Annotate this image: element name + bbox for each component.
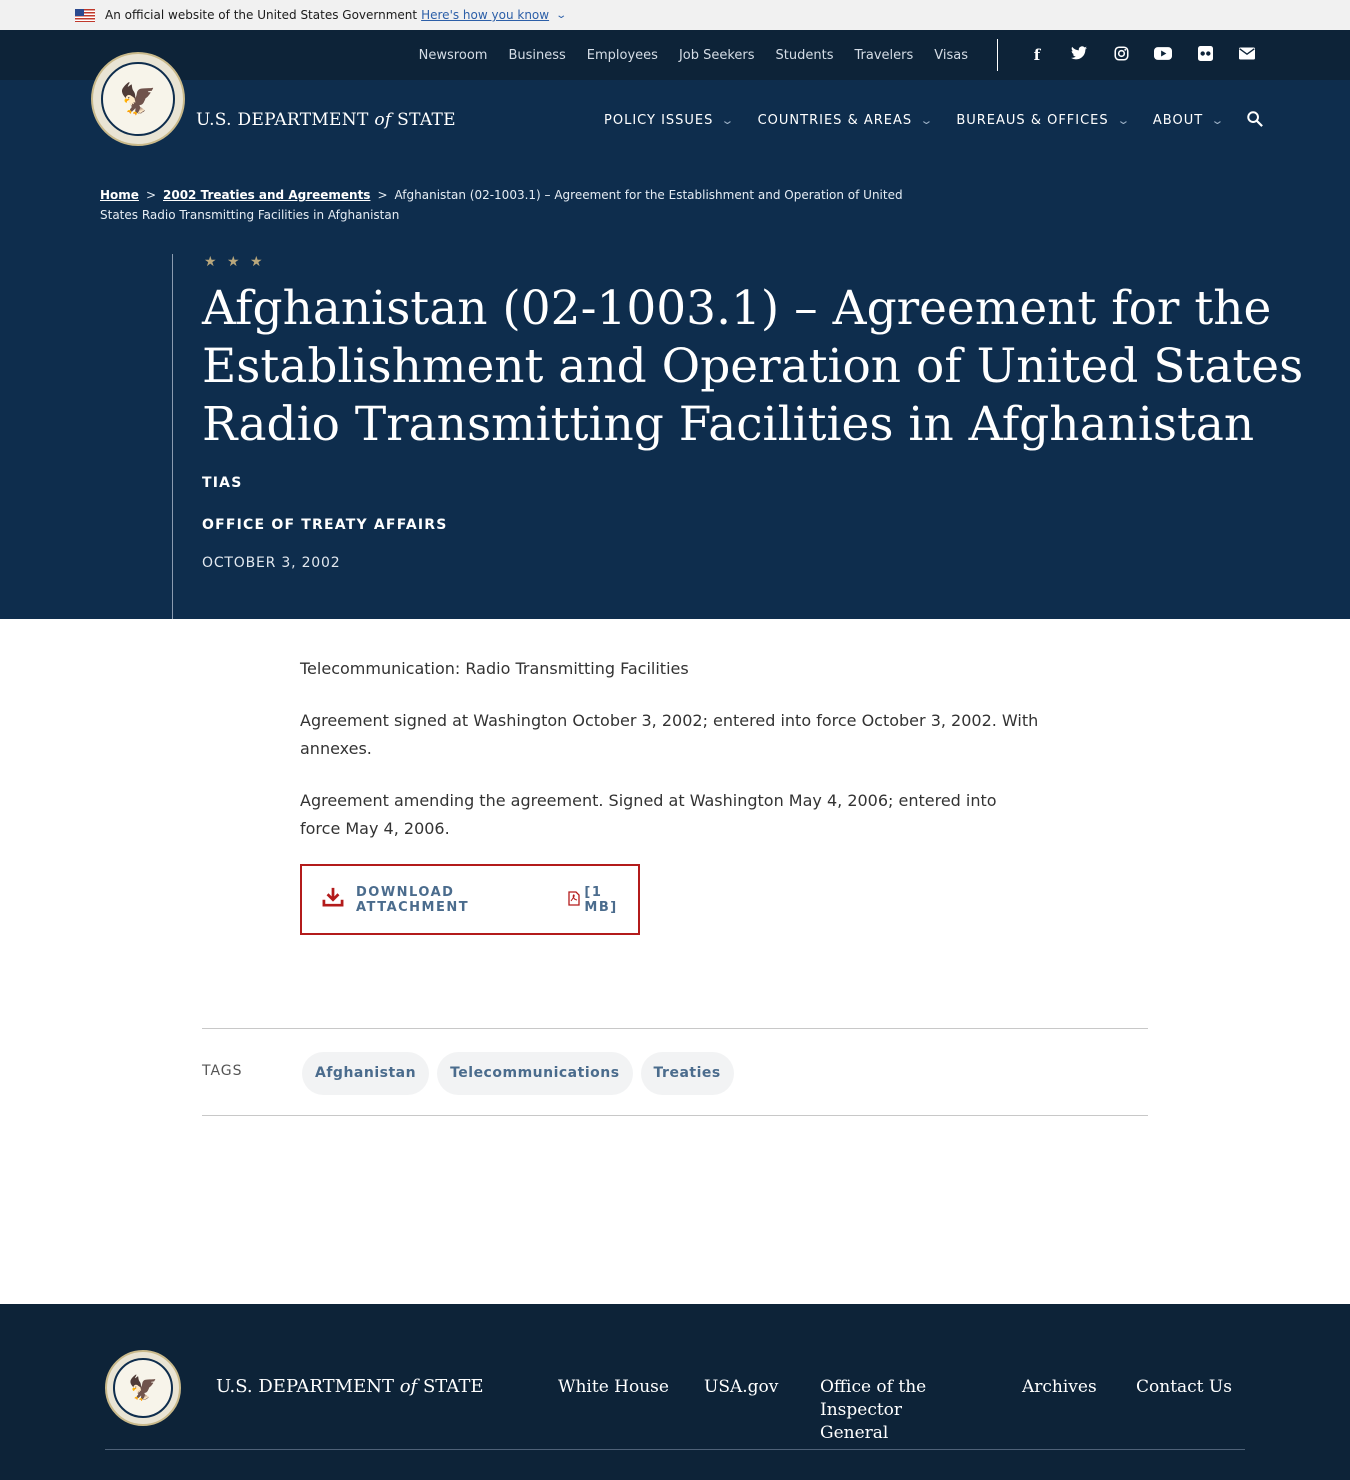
main-nav-bureaus-offices[interactable]: BUREAUS & OFFICES ⌄ bbox=[956, 113, 1132, 128]
eagle-icon: 🦅 bbox=[101, 62, 175, 136]
main-nav-countries-areas[interactable]: COUNTRIES & AREAS ⌄ bbox=[758, 113, 935, 128]
site-footer: 🦅 U.S. DEPARTMENT of STATE White House U… bbox=[0, 1304, 1350, 1480]
footer-link-archives[interactable]: Archives bbox=[1022, 1376, 1097, 1399]
search-icon[interactable] bbox=[1246, 110, 1264, 133]
us-flag-icon bbox=[75, 8, 95, 22]
page-title: Afghanistan (02-1003.1) – Agreement for … bbox=[202, 281, 1304, 452]
article-paragraph: Agreement amending the agreement. Signed… bbox=[300, 791, 997, 838]
footer-seal-logo[interactable]: 🦅 bbox=[105, 1350, 181, 1426]
nav-students[interactable]: Students bbox=[776, 48, 834, 63]
social-links: f bbox=[1016, 45, 1268, 65]
tag-afghanistan[interactable]: Afghanistan bbox=[302, 1052, 430, 1095]
tags-divider bbox=[202, 1028, 1148, 1029]
main-nav-about[interactable]: ABOUT ⌄ bbox=[1153, 113, 1226, 128]
office-label[interactable]: OFFICE OF TREATY AFFAIRS bbox=[202, 517, 448, 533]
youtube-icon[interactable] bbox=[1142, 46, 1184, 65]
footer-brand[interactable]: U.S. DEPARTMENT of STATE bbox=[216, 1376, 483, 1397]
collection-label[interactable]: TIAS bbox=[202, 475, 242, 491]
hero: 🦅 U.S. DEPARTMENT of STATE POLICY ISSUES… bbox=[0, 52, 1350, 619]
footer-link-usa-gov[interactable]: USA.gov bbox=[704, 1376, 778, 1399]
footer-divider bbox=[105, 1449, 1245, 1450]
nav-employees[interactable]: Employees bbox=[587, 48, 658, 63]
tag-list: Afghanistan Telecommunications Treaties bbox=[302, 1052, 734, 1095]
article-paragraph: Telecommunication: Radio Transmitting Fa… bbox=[300, 659, 689, 678]
publish-date: OCTOBER 3, 2002 bbox=[202, 555, 341, 571]
tags-divider bbox=[202, 1115, 1148, 1116]
breadcrumb: Home >2002 Treaties and Agreements > Afghan… bbox=[100, 188, 903, 222]
chevron-down-icon: ⌄ bbox=[1210, 114, 1226, 127]
facebook-icon[interactable]: f bbox=[1016, 46, 1058, 65]
nav-business[interactable]: Business bbox=[508, 48, 565, 63]
download-icon bbox=[322, 887, 344, 912]
footer-link-inspector-general[interactable]: Office of the Inspector General bbox=[820, 1376, 970, 1445]
article-body: Telecommunication: Radio Transmitting Fa… bbox=[300, 655, 1040, 867]
flickr-icon[interactable] bbox=[1184, 45, 1226, 65]
tag-telecommunications[interactable]: Telecommunications bbox=[437, 1052, 633, 1095]
article-paragraph: Agreement signed at Washington October 3… bbox=[300, 711, 1039, 758]
breadcrumb-parent[interactable]: 2002 Treaties and Agreements bbox=[163, 188, 370, 202]
stars-icon: ★ ★ ★ bbox=[204, 254, 266, 270]
utility-nav: Newsroom Business Employees Job Seekers … bbox=[0, 30, 1350, 80]
gov-banner-text: An official website of the United States… bbox=[105, 8, 418, 22]
nav-newsroom[interactable]: Newsroom bbox=[419, 48, 488, 63]
download-label: DOWNLOAD ATTACHMENT bbox=[356, 884, 470, 915]
site-header: 🦅 U.S. DEPARTMENT of STATE POLICY ISSUES… bbox=[0, 52, 1350, 170]
department-seal-logo[interactable]: 🦅 bbox=[91, 52, 185, 146]
heres-how-you-know-link[interactable]: Here's how you know bbox=[421, 8, 549, 22]
chevron-down-icon: ⌄ bbox=[720, 114, 737, 127]
download-attachment-button[interactable]: DOWNLOAD ATTACHMENT [1 MB] bbox=[300, 864, 640, 935]
breadcrumb-home[interactable]: Home bbox=[100, 188, 139, 202]
footer-link-white-house[interactable]: White House bbox=[558, 1376, 669, 1399]
chevron-down-icon: ⌄ bbox=[1116, 114, 1132, 127]
download-size: [1 MB] bbox=[584, 884, 618, 915]
chevron-down-icon: ⌄ bbox=[919, 114, 935, 127]
main-nav: POLICY ISSUES ⌄ COUNTRIES & AREAS ⌄ BUREAU… bbox=[604, 113, 1247, 128]
footer-link-contact-us[interactable]: Contact Us bbox=[1136, 1376, 1232, 1399]
email-icon[interactable] bbox=[1226, 46, 1268, 65]
eagle-icon: 🦅 bbox=[113, 1358, 173, 1418]
nav-job-seekers[interactable]: Job Seekers bbox=[679, 48, 755, 63]
pdf-file-icon bbox=[568, 890, 581, 909]
chevron-down-icon[interactable]: ⌄ bbox=[555, 10, 567, 21]
site-brand[interactable]: U.S. DEPARTMENT of STATE bbox=[196, 110, 456, 130]
hero-divider bbox=[172, 254, 173, 619]
tags-label: TAGS bbox=[202, 1063, 243, 1079]
gov-banner: An official website of the United States… bbox=[0, 0, 1350, 30]
nav-visas[interactable]: Visas bbox=[934, 48, 968, 63]
tag-treaties[interactable]: Treaties bbox=[640, 1052, 734, 1095]
twitter-icon[interactable] bbox=[1058, 45, 1100, 65]
main-nav-policy-issues[interactable]: POLICY ISSUES ⌄ bbox=[604, 113, 737, 128]
instagram-icon[interactable] bbox=[1100, 45, 1142, 65]
nav-travelers[interactable]: Travelers bbox=[855, 48, 914, 63]
nav-divider bbox=[997, 39, 998, 71]
